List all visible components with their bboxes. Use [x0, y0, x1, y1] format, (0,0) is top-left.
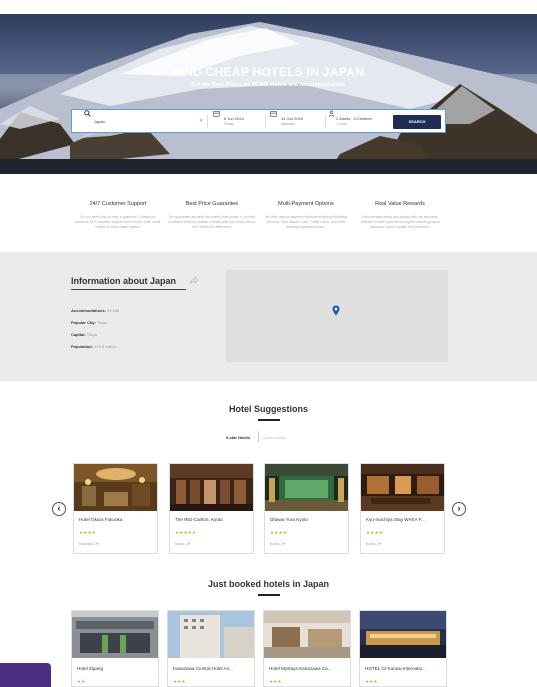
info-label: Accommodations:	[71, 308, 106, 313]
booked-hotel-card[interactable]: Hotel Zipang ★★	[71, 610, 159, 687]
divider	[325, 115, 326, 128]
hotel-card[interactable]: Kyo-machiya Stay WAKA F... ★★★★ Kyoto, J…	[360, 463, 445, 554]
hotel-name[interactable]: Hotel Zipang	[77, 666, 151, 671]
info-label: Population:	[71, 344, 93, 349]
feature-text: Do you need help or have a question? Con…	[74, 215, 162, 230]
hero-title: FIND CHEAP HOTELS IN JAPAN	[172, 65, 365, 79]
carousel-next-button[interactable]: ›	[452, 502, 466, 516]
hotel-location: Kyoto, JP	[366, 542, 382, 546]
hero-subtitle: Get the Best Prices on 49,566 Hotels and…	[191, 82, 346, 88]
hotel-name[interactable]: HOTEL GI Kansai Internatio...	[365, 666, 439, 671]
booked-title: Just booked hotels in Japan	[207, 579, 330, 589]
tab-5-star[interactable]: 5-star Hotels	[226, 435, 250, 440]
rooms-count: 1 room	[336, 122, 347, 126]
clear-icon[interactable]: ✕	[199, 118, 203, 124]
feature-support: 24/7 Customer Support Do you need help o…	[74, 201, 162, 231]
feature-payment: Multi-Payment Options We offer various p…	[262, 201, 350, 231]
info-population: Population: 125.8 million	[71, 344, 117, 349]
hotel-image	[265, 464, 348, 511]
feature-text: We guarantee we have the lowest hotel pr…	[168, 215, 256, 230]
hotel-image	[72, 611, 158, 658]
hotel-name[interactable]: Kanazawa Central Hotel An...	[173, 666, 247, 671]
info-label: Capital:	[71, 332, 86, 337]
info-value: 49,566	[107, 308, 120, 313]
hotel-name[interactable]: Dhawa Yura Kyoto	[270, 517, 344, 522]
title-underline	[258, 594, 280, 596]
feature-rewards: Real Value Rewards Earn rewards easily a…	[356, 201, 444, 231]
share-icon[interactable]	[189, 276, 199, 285]
calendar-icon	[270, 111, 277, 117]
info-value: Tokyo	[96, 320, 108, 325]
feature-text: Earn rewards easily and quickly with our…	[360, 215, 440, 230]
hotel-stars: ★★★★	[366, 530, 383, 535]
divider	[265, 115, 266, 128]
info-underline	[71, 289, 186, 290]
search-button[interactable]: SEARCH	[393, 115, 441, 129]
booked-hotel-card[interactable]: Kanazawa Central Hotel An... ★★★	[167, 610, 255, 687]
booked-hotel-card[interactable]: Hotel Mystays Kanazawa Ca... ★★★	[263, 610, 351, 687]
tab-divider	[258, 431, 259, 442]
info-title: Information about Japan	[71, 276, 177, 286]
hotel-location: Kyoto, JP	[270, 542, 286, 546]
feature-title: Real Value Rewards	[375, 201, 425, 207]
checkout-day: Saturday	[281, 122, 296, 126]
hotel-stars: ★★★★	[270, 530, 287, 535]
info-value: Tokyo	[86, 332, 98, 337]
tab-4-star[interactable]: 4-star Hotels	[263, 435, 286, 440]
hotel-stars: ★★	[77, 679, 86, 684]
search-bar: Japan ✕ 6 Jun 2024 Friday 14 Jun 2024 Sa…	[71, 109, 446, 133]
hotel-name[interactable]: Kyo-machiya Stay WAKA F...	[366, 517, 440, 522]
info-label: Popular City:	[71, 320, 96, 325]
info-capital: Capital: Tokyo	[71, 332, 97, 337]
feature-title: Multi-Payment Options	[278, 201, 334, 207]
hotel-stars: ★★★	[173, 679, 186, 684]
country-info-section: Information about Japan Accommodations: …	[0, 252, 537, 381]
hotel-image	[264, 611, 350, 658]
hotel-location: Fukuoka, JP	[79, 542, 99, 546]
info-popular-city: Popular City: Tokyo	[71, 320, 107, 325]
hotel-image	[361, 464, 444, 511]
guests-selector[interactable]: 2 Adults , 0 Children	[336, 116, 372, 121]
feature-text: We offer various payment methods includi…	[265, 215, 347, 230]
hero-banner: FIND CHEAP HOTELS IN JAPAN Get the Best …	[0, 14, 537, 174]
divider	[207, 115, 208, 128]
hero-background-image	[0, 22, 537, 174]
carousel-prev-button[interactable]: ‹	[52, 502, 66, 516]
hotel-image	[168, 611, 254, 658]
suggestions-title: Hotel Suggestions	[228, 404, 308, 414]
hotel-name[interactable]: Hotel Okura Fukuoka	[79, 517, 153, 522]
calendar-icon	[213, 111, 220, 117]
hotel-image	[360, 611, 446, 658]
destination-input[interactable]: Japan	[94, 119, 105, 124]
hotel-image	[170, 464, 253, 511]
hotel-card[interactable]: The Ritz-Carlton, Kyoto ★★★★★ Kyoto, JP	[169, 463, 254, 554]
checkout-date[interactable]: 14 Jun 2024	[281, 116, 303, 121]
guests-icon	[328, 110, 335, 117]
checkin-date[interactable]: 6 Jun 2024	[224, 116, 244, 121]
info-value: 125.8 million	[94, 344, 117, 349]
hotel-stars: ★★★	[365, 679, 378, 684]
info-accommodations: Accommodations: 49,566	[71, 308, 119, 313]
hotel-stars: ★★★★★	[175, 530, 197, 535]
hotel-stars: ★★★★	[79, 530, 96, 535]
feature-price: Best Price Guarantee We guarantee we hav…	[168, 201, 256, 231]
hotel-name[interactable]: The Ritz-Carlton, Kyoto	[175, 517, 249, 522]
booked-hotel-card[interactable]: HOTEL GI Kansai Internatio... ★★★	[359, 610, 447, 687]
search-icon	[84, 110, 91, 117]
title-underline	[258, 419, 280, 421]
hotel-image	[74, 464, 157, 511]
map-pin-icon[interactable]	[332, 305, 340, 316]
hotel-stars: ★★★	[269, 679, 282, 684]
map-view[interactable]	[226, 270, 448, 362]
hotel-card[interactable]: Hotel Okura Fukuoka ★★★★ Fukuoka, JP	[73, 463, 158, 554]
checkin-day: Friday	[224, 122, 234, 126]
feature-title: 24/7 Customer Support	[89, 201, 147, 207]
chat-widget[interactable]	[0, 663, 51, 687]
hotel-name[interactable]: Hotel Mystays Kanazawa Ca...	[269, 666, 343, 671]
hotel-location: Kyoto, JP	[175, 542, 191, 546]
hotel-card[interactable]: Dhawa Yura Kyoto ★★★★ Kyoto, JP	[264, 463, 349, 554]
feature-title: Best Price Guarantee	[185, 201, 239, 207]
